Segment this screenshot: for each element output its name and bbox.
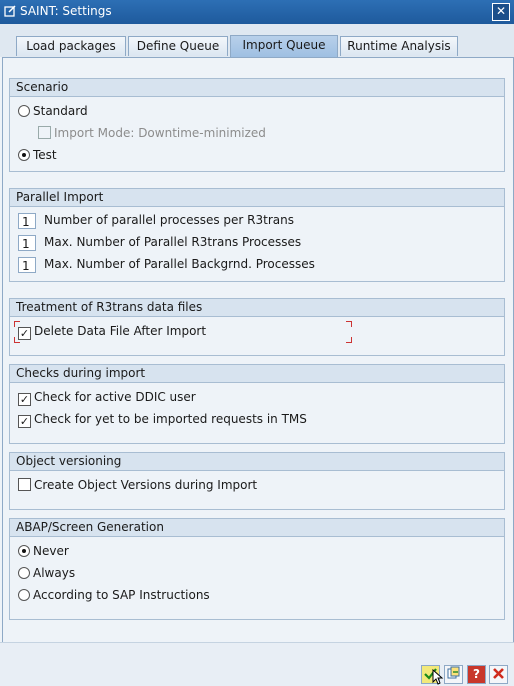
create-versions-option[interactable]: Create Object Versions during Import [18,476,257,494]
r3trans-data-group: Treatment of R3trans data files ✓ Delete … [9,298,505,356]
standard-label: Standard [33,104,88,118]
delete-data-label: Delete Data File After Import [34,324,207,338]
parallel-processes-field[interactable]: 1 [18,212,36,229]
close-icon[interactable]: ✕ [492,3,510,21]
scenario-group: Scenario Standard Import Mode: Downtime-… [9,78,505,172]
according-radio[interactable] [18,589,30,601]
abap-generation-title: ABAP/Screen Generation [10,519,504,537]
mouse-cursor-icon [432,669,444,685]
settings-window-icon [4,5,16,17]
test-radio[interactable] [18,149,30,161]
import-mode-label: Import Mode: Downtime-minimized [54,126,266,140]
r3trans-data-title: Treatment of R3trans data files [10,299,504,317]
backgrnd-processes-label: Max. Number of Parallel Backgrnd. Proces… [44,257,315,271]
focus-corner-bl [14,337,20,343]
tab-load-packages[interactable]: Load packages [16,36,126,56]
abap-according-option[interactable]: According to SAP Instructions [18,586,210,604]
r3trans-processes-row: 1 Max. Number of Parallel R3trans Process… [18,233,301,251]
copy-icon[interactable] [444,665,463,684]
scenario-title: Scenario [10,79,504,97]
r3trans-processes-label: Max. Number of Parallel R3trans Processe… [44,235,302,249]
window-titlebar: SAINT: Settings ✕ [0,0,514,24]
according-label: According to SAP Instructions [33,588,210,602]
create-versions-label: Create Object Versions during Import [34,478,258,492]
ddic-checkbox[interactable]: ✓ [18,393,31,406]
parallel-import-group: Parallel Import 1 Number of parallel proc… [9,188,505,282]
tab-define-queue[interactable]: Define Queue [128,36,228,56]
scenario-standard-option[interactable]: Standard [18,102,88,120]
tab-import-queue[interactable]: Import Queue [230,35,338,57]
tms-check-option[interactable]: ✓ Check for yet to be imported requests i… [18,410,307,428]
window-title: SAINT: Settings [20,4,112,18]
parallel-processes-label: Number of parallel processes per R3trans [44,213,294,227]
tms-label: Check for yet to be imported requests in… [34,412,307,426]
always-radio[interactable] [18,567,30,579]
import-mode-option: Import Mode: Downtime-minimized [38,124,266,142]
settings-panel: Scenario Standard Import Mode: Downtime-… [2,57,514,644]
focus-corner-tl [14,321,20,327]
backgrnd-processes-row: 1 Max. Number of Parallel Backgrnd. Proce… [18,255,315,273]
focus-corner-br [346,337,352,343]
parallel-import-title: Parallel Import [10,189,504,207]
test-label: Test [33,148,57,162]
backgrnd-processes-field[interactable]: 1 [18,256,36,273]
abap-always-option[interactable]: Always [18,564,75,582]
tab-runtime-analysis[interactable]: Runtime Analysis [340,36,458,56]
r3trans-processes-field[interactable]: 1 [18,234,36,251]
never-radio[interactable] [18,545,30,557]
abap-generation-group: ABAP/Screen Generation Never Always Acco… [9,518,505,620]
never-label: Never [33,544,69,558]
parallel-processes-row: 1 Number of parallel processes per R3tran… [18,211,294,229]
versioning-group: Object versioning Create Object Versions… [9,452,505,510]
abap-never-option[interactable]: Never [18,542,69,560]
versioning-title: Object versioning [10,453,504,471]
help-icon[interactable]: ? [467,665,486,684]
checks-group: Checks during import ✓ Check for active D… [9,364,505,444]
import-mode-checkbox [38,126,51,139]
checks-title: Checks during import [10,365,504,383]
always-label: Always [33,566,76,580]
tms-checkbox[interactable]: ✓ [18,415,31,428]
ddic-check-option[interactable]: ✓ Check for active DDIC user [18,388,196,406]
ddic-label: Check for active DDIC user [34,390,196,404]
delete-data-option[interactable]: ✓ Delete Data File After Import [18,322,206,340]
tab-strip: Load packages Define Queue Import Queue … [0,24,514,57]
focus-corner-tr [346,321,352,327]
scenario-test-option[interactable]: Test [18,146,57,164]
cancel-icon[interactable] [489,665,508,684]
create-versions-checkbox[interactable] [18,478,31,491]
standard-radio[interactable] [18,105,30,117]
